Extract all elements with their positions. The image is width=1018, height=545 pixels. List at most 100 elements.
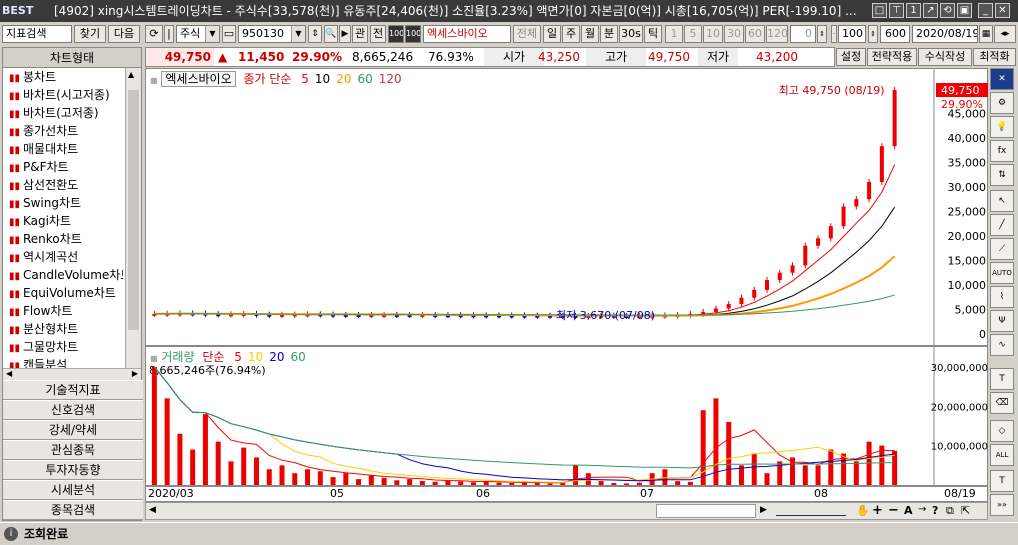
optimize-button[interactable]: 최적화 [973, 48, 1016, 66]
chart-type-item[interactable]: ▮▮ 바차트(시고저종) [3, 86, 123, 104]
percent-100-icon[interactable]: 100 [388, 25, 404, 43]
code-lookup-icon[interactable]: ▭ [222, 25, 236, 43]
side-menu-button[interactable]: 투자자동향 [3, 460, 143, 480]
scroll-up-icon[interactable]: ▲ [128, 70, 134, 79]
stepper-icon[interactable]: ⇕ [308, 25, 322, 43]
price-chart-panel[interactable]: ■ 엑세스바이오 종가 단순 5102060120 50,00045,00040… [145, 68, 988, 347]
help-icon[interactable]: ? [932, 504, 938, 517]
export-icon[interactable]: ⇱ [961, 504, 970, 517]
scroll-right-icon[interactable]: ▶ [132, 369, 138, 378]
side-menu-button[interactable]: 신호검색 [3, 400, 143, 420]
chart-type-item[interactable]: ▮▮ Kagi차트 [3, 212, 123, 230]
chart-type-item[interactable]: ▮▮ 캔들분석 [3, 356, 123, 368]
chart-type-item[interactable]: ▮▮ 삼선전환도 [3, 176, 123, 194]
zoom-out-icon[interactable]: − [888, 503, 899, 518]
cycle-line-icon[interactable]: ⌇ [990, 286, 1014, 308]
interval-1-button[interactable]: 1 [665, 25, 683, 43]
chart-type-item[interactable]: ▮▮ 바차트(고저종) [3, 104, 123, 122]
settings-button[interactable]: 설정 [836, 48, 866, 66]
eraser-icon[interactable]: ⌫ [990, 392, 1014, 414]
interval-5-button[interactable]: 5 [684, 25, 702, 43]
arrow-left-right-icon[interactable]: ◂▸ [994, 25, 1016, 43]
pointer-icon[interactable]: ↖ [990, 190, 1014, 212]
trend-line-icon[interactable]: ⟋ [990, 238, 1014, 260]
text-tool-icon[interactable]: A [904, 504, 913, 517]
refresh-icon[interactable]: ⟲ [940, 3, 955, 18]
chart-type-item[interactable]: ▮▮ P&F차트 [3, 158, 123, 176]
stock-code-input[interactable]: 950130 ▼ [238, 25, 306, 43]
interval-60-button[interactable]: 60 [745, 25, 765, 43]
refresh-icon[interactable]: ⟳ [145, 25, 163, 43]
formula-button[interactable]: 수식작성 [918, 48, 972, 66]
number-one-icon[interactable]: 1 [906, 3, 921, 18]
period-week-button[interactable]: 주 [562, 25, 580, 43]
chart-type-item[interactable]: ▮▮ Swing차트 [3, 194, 123, 212]
stock-name-field[interactable]: 엑세스바이오 [423, 25, 511, 43]
interval-10-button[interactable]: 10 [703, 25, 723, 43]
all-button[interactable]: 전 [370, 25, 386, 43]
scroll-left-icon[interactable]: ◀ [149, 505, 156, 515]
count-input[interactable]: 600 [880, 25, 910, 43]
side-menu-button[interactable]: 시세분석 [3, 480, 143, 500]
play-icon[interactable]: ▶ [339, 25, 351, 43]
erase-all-icon[interactable]: ALL [990, 444, 1014, 466]
chart-type-item[interactable]: ▮▮ 봉차트 [3, 68, 123, 86]
text-box-icon[interactable]: T [990, 470, 1014, 492]
zoom-slider[interactable] [776, 506, 846, 516]
wave-icon[interactable]: ∿ [990, 334, 1014, 356]
minimize-icon[interactable]: _ [978, 3, 993, 18]
search-icon[interactable]: 🔍 [324, 25, 338, 43]
chart-type-item[interactable]: ▮▮ Renko차트 [3, 230, 123, 248]
market-select[interactable]: 주식 ▼ [176, 25, 220, 43]
formula-icon[interactable]: fx [990, 140, 1014, 162]
quantity-input[interactable]: 100 [838, 25, 866, 43]
auto-line-icon[interactable]: AUTO [990, 262, 1014, 284]
apply-strategy-button[interactable]: 전략적용 [867, 48, 917, 66]
hand-tool-icon[interactable]: ✋ [856, 504, 870, 517]
chart-type-item[interactable]: ▮▮ 그물망차트 [3, 338, 123, 356]
indicator-search-field[interactable]: 지표검색 [2, 25, 72, 43]
eraser-tool-icon[interactable]: ◇ [990, 420, 1014, 442]
percent-100b-icon[interactable]: 100 [405, 25, 421, 43]
chart-scrollbar[interactable]: ◀ ▶ ✋ + − A → ? ⧉ ⇱ [145, 502, 988, 520]
minimize-to-tray-icon[interactable]: □ [872, 3, 887, 18]
date-input[interactable]: 2020/08/19 [912, 25, 978, 43]
interval-stepper-icon[interactable]: ⇕ [817, 25, 827, 43]
chevron-down-icon[interactable]: ▼ [291, 26, 305, 42]
quantity-stepper-icon[interactable]: ⇕ [868, 25, 878, 43]
side-menu-button[interactable]: 관심종목 [3, 440, 143, 460]
chart-settings-icon[interactable]: ⚙ [990, 92, 1014, 114]
interval-30-button[interactable]: 30 [724, 25, 744, 43]
period-minute-button[interactable]: 분 [600, 25, 618, 43]
favorites-button[interactable]: 관 [352, 25, 368, 43]
pin-icon[interactable]: ⊤ [889, 3, 904, 18]
scroll-left-icon[interactable]: ◀ [6, 369, 12, 378]
volume-chart-panel[interactable]: ■ 거래량 단순 5 10 20 60 8,665,246주(76.94%) 30,0… [145, 346, 988, 487]
chart-type-item[interactable]: ▮▮ Flow차트 [3, 302, 123, 320]
scroll-thumb[interactable] [656, 504, 756, 518]
link-icon[interactable]: ↗ [923, 3, 938, 18]
crosshair-icon[interactable]: ✕ [990, 68, 1014, 90]
fibonacci-icon[interactable]: Ψ [990, 310, 1014, 332]
find-button[interactable]: 찾기 [74, 25, 106, 43]
interval-input[interactable]: 0 [790, 25, 816, 43]
full-button[interactable]: 전체 [513, 25, 541, 43]
chart-type-item[interactable]: ▮▮ 역시계곡선 [3, 248, 123, 266]
chart-type-item[interactable]: ▮▮ 종가선차트 [3, 122, 123, 140]
chart-type-item[interactable]: ▮▮ EquiVolume차트 [3, 284, 123, 302]
chart-type-item[interactable]: ▮▮ 매물대차트 [3, 140, 123, 158]
side-menu-button[interactable]: 기술적지표 [3, 380, 143, 400]
zoom-in-icon[interactable]: + [872, 503, 883, 518]
chevron-down-icon[interactable]: ▼ [205, 26, 219, 42]
next-button[interactable]: 다음 [108, 25, 140, 43]
period-day-button[interactable]: 일 [543, 25, 561, 43]
period-30s-button[interactable]: 30s [619, 25, 643, 43]
screen-icon[interactable]: ▣ [957, 3, 972, 18]
text-insert-icon[interactable]: T [990, 368, 1014, 390]
scroll-right-icon[interactable]: ▶ [760, 505, 767, 515]
bulb-icon[interactable]: 💡 [990, 116, 1014, 138]
line-tool-icon[interactable]: ╱ [990, 214, 1014, 236]
side-menu-button[interactable]: 강세/약세 [3, 420, 143, 440]
close-icon[interactable]: ✕ [995, 3, 1010, 18]
more-tools-icon[interactable]: »» [990, 494, 1014, 516]
